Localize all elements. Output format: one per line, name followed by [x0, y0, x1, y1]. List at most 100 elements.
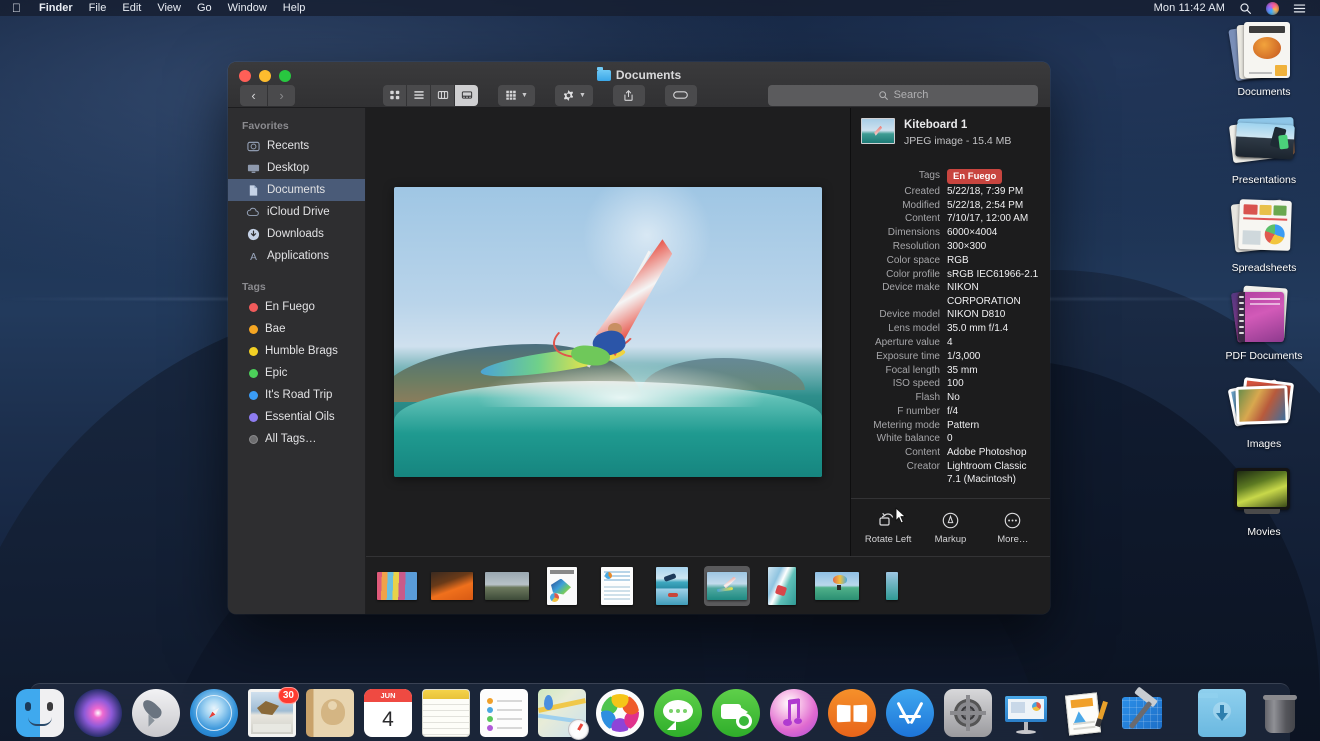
dock-app-itunes[interactable]: [770, 689, 818, 737]
desktop-icon-label: Spreadsheets: [1232, 262, 1297, 274]
list-item[interactable]: [429, 566, 475, 606]
dock-trash[interactable]: [1256, 689, 1304, 737]
list-item-selected[interactable]: [704, 566, 750, 606]
list-item[interactable]: [484, 566, 530, 606]
sidebar-item-icloud-drive[interactable]: iCloud Drive: [228, 201, 365, 223]
sidebar-tag-epic[interactable]: Epic: [228, 362, 365, 384]
icon-view-button[interactable]: [383, 85, 406, 106]
sidebar-item-label: Desktop: [267, 162, 309, 174]
close-button[interactable]: [239, 70, 251, 82]
control-center-icon[interactable]: [1293, 2, 1306, 15]
siri-icon[interactable]: [1266, 2, 1279, 15]
gallery-preview[interactable]: [366, 108, 850, 556]
markup-button[interactable]: Markup: [921, 510, 979, 545]
desktop-icon-images[interactable]: Images: [1218, 372, 1310, 450]
dock-app-photos[interactable]: [596, 689, 644, 737]
sidebar-item-applications[interactable]: A Applications: [228, 245, 365, 267]
dock-app-ibooks[interactable]: [828, 689, 876, 737]
metadata-row-focal-length: Focal length 35 mm: [855, 364, 1040, 377]
window-titlebar[interactable]: Documents ‹ ›: [228, 62, 1050, 108]
sidebar-item-downloads[interactable]: Downloads: [228, 223, 365, 245]
list-item[interactable]: [594, 566, 640, 606]
file-name: Kiteboard 1: [904, 118, 1011, 133]
sidebar-tag-its-road-trip[interactable]: It's Road Trip: [228, 384, 365, 406]
list-item[interactable]: [759, 566, 805, 606]
apple-menu-icon[interactable]: : [12, 2, 21, 14]
dock-app-xcode[interactable]: [1118, 689, 1166, 737]
list-item[interactable]: [374, 566, 420, 606]
gallery-view-button[interactable]: [455, 85, 478, 106]
search-icon[interactable]: [1239, 2, 1252, 15]
dock-app-app-store[interactable]: [886, 689, 934, 737]
download-icon: [246, 227, 260, 241]
desktop-icon-movies[interactable]: Movies: [1218, 460, 1310, 538]
thumbnail-filmstrip[interactable]: [366, 556, 1050, 614]
sidebar-tag-en-fuego[interactable]: En Fuego: [228, 296, 365, 318]
sidebar-tag-bae[interactable]: Bae: [228, 318, 365, 340]
dock-app-pages[interactable]: [1060, 689, 1108, 737]
rotate-left-button[interactable]: Rotate Left: [859, 510, 917, 545]
mouse-cursor: [895, 507, 907, 525]
dock-downloads-folder[interactable]: [1198, 689, 1246, 737]
menu-item-edit[interactable]: Edit: [114, 2, 149, 14]
menu-item-finder[interactable]: Finder: [31, 2, 81, 14]
desktop-icon-documents[interactable]: Documents: [1218, 20, 1310, 98]
forward-button[interactable]: ›: [268, 85, 295, 106]
list-item[interactable]: [539, 566, 585, 606]
dock-app-maps[interactable]: [538, 689, 586, 737]
list-item[interactable]: [869, 566, 915, 606]
menu-item-help[interactable]: Help: [275, 2, 314, 14]
desktop-icon-label: PDF Documents: [1225, 350, 1302, 362]
preview-image: [394, 187, 822, 477]
menu-item-view[interactable]: View: [149, 2, 189, 14]
sidebar-item-documents[interactable]: Documents: [228, 179, 365, 201]
menu-item-window[interactable]: Window: [220, 2, 275, 14]
dock-app-messages[interactable]: [654, 689, 702, 737]
arrange-button[interactable]: ▼: [498, 85, 535, 106]
status-badge: En Fuego: [947, 169, 1002, 184]
list-item[interactable]: [649, 566, 695, 606]
list-item[interactable]: [814, 566, 860, 606]
desktop-icon-presentations[interactable]: Presentations: [1218, 108, 1310, 186]
dock-app-mail[interactable]: 30: [248, 689, 296, 737]
sidebar-tag-essential-oils[interactable]: Essential Oils: [228, 406, 365, 428]
share-icon: [622, 89, 635, 102]
menu-bar-clock[interactable]: Mon 11:42 AM: [1154, 2, 1225, 14]
dock-app-launchpad[interactable]: [132, 689, 180, 737]
dock-app-calendar[interactable]: JUN 4: [364, 689, 412, 737]
sidebar-item-recents[interactable]: Recents: [228, 135, 365, 157]
list-view-button[interactable]: [407, 85, 430, 106]
desktop-icon-pdf-documents[interactable]: PDF Documents: [1218, 284, 1310, 362]
dock-app-safari[interactable]: [190, 689, 238, 737]
metadata-value: 35 mm: [947, 364, 1040, 377]
minimize-button[interactable]: [259, 70, 271, 82]
action-button[interactable]: ▼: [555, 85, 593, 106]
desktop-icon-spreadsheets[interactable]: Spreadsheets: [1218, 196, 1310, 274]
menu-item-go[interactable]: Go: [189, 2, 220, 14]
tag-button[interactable]: [665, 85, 697, 106]
menu-item-file[interactable]: File: [81, 2, 115, 14]
zoom-button[interactable]: [279, 70, 291, 82]
metadata-key: Flash: [855, 391, 947, 404]
sidebar-tag-label: It's Road Trip: [265, 389, 332, 401]
column-view-button[interactable]: [431, 85, 454, 106]
nav-buttons: ‹ ›: [240, 85, 295, 106]
dock-app-siri[interactable]: [74, 689, 122, 737]
dock-app-notes[interactable]: [422, 689, 470, 737]
back-button[interactable]: ‹: [240, 85, 267, 106]
more-button[interactable]: More…: [984, 510, 1042, 545]
dock-app-finder[interactable]: [16, 689, 64, 737]
search-input[interactable]: Search: [768, 85, 1038, 106]
dock-app-reminders[interactable]: [480, 689, 528, 737]
dock-app-keynote[interactable]: [1002, 689, 1050, 737]
metadata-value: 7/10/17, 12:00 AM: [947, 212, 1040, 225]
dock-app-system-preferences[interactable]: [944, 689, 992, 737]
metadata-value: Adobe Photoshop: [947, 446, 1040, 459]
sidebar-tag-all-tags[interactable]: All Tags…: [228, 428, 365, 450]
dock-app-contacts[interactable]: [306, 689, 354, 737]
dock-app-facetime[interactable]: [712, 689, 760, 737]
sidebar-tag-humble-brags[interactable]: Humble Brags: [228, 340, 365, 362]
sidebar-tag-label: All Tags…: [265, 433, 317, 445]
share-button[interactable]: [613, 85, 645, 106]
sidebar-item-desktop[interactable]: Desktop: [228, 157, 365, 179]
